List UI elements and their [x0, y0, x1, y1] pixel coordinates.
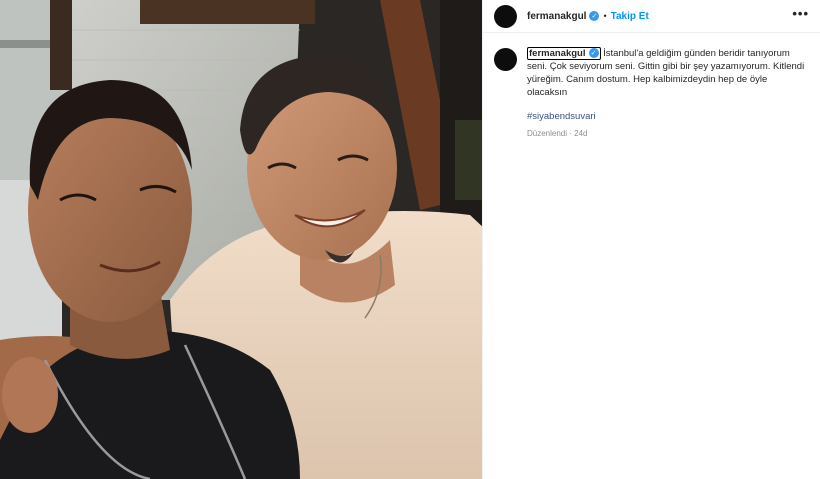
header-username[interactable]: fermanakgul — [527, 11, 586, 22]
post-header: fermanakgul ✓ • Takip Et ••• — [483, 0, 820, 33]
follow-button[interactable]: Takip Et — [611, 11, 649, 22]
instagram-post: fermanakgul ✓ • Takip Et ••• fermanakgul… — [0, 0, 820, 479]
caption-text-line: fermanakgul ✓ İstanbul'a geldiğim günden … — [527, 47, 809, 99]
post-photo[interactable] — [0, 0, 482, 479]
photo-selfie-two-men — [0, 0, 482, 479]
post-meta: Düzenlendi · 24d — [527, 129, 588, 138]
caption-verified-icon: ✓ — [588, 48, 599, 59]
caption-username-link[interactable]: fermanakgul ✓ — [527, 47, 601, 60]
hashtag-link[interactable]: #siyabendsuvari — [527, 111, 809, 122]
verified-badge-icon: ✓ — [589, 11, 600, 21]
caption-block: fermanakgul ✓ İstanbul'a geldiğim günden … — [483, 33, 820, 138]
post-sidebar: fermanakgul ✓ • Takip Et ••• fermanakgul… — [482, 0, 820, 479]
separator-dot: • — [603, 11, 607, 21]
avatar[interactable] — [494, 4, 517, 28]
more-options-icon[interactable]: ••• — [792, 7, 809, 23]
caption-avatar[interactable] — [494, 48, 517, 71]
caption-username[interactable]: fermanakgul — [529, 48, 586, 59]
caption: fermanakgul ✓ İstanbul'a geldiğim günden … — [527, 47, 809, 138]
